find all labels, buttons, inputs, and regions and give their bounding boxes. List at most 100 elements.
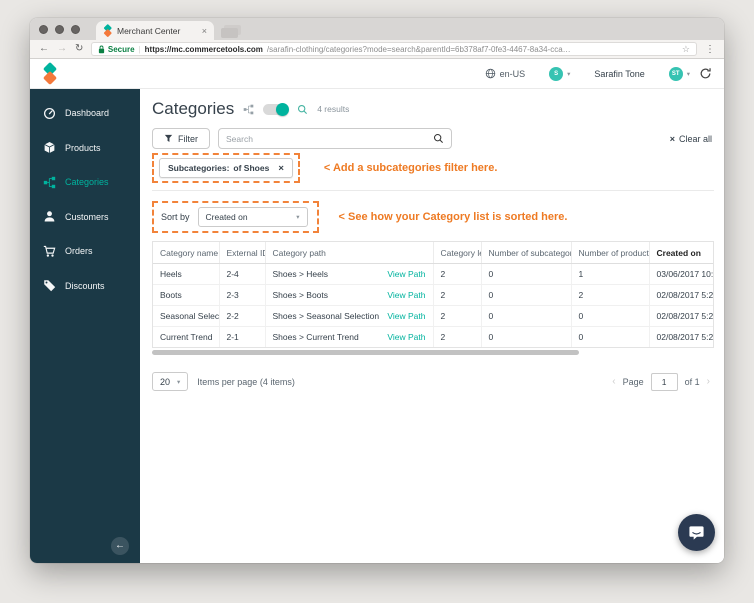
browser-toolbar: ← → ↻ Secure | https://mc.commercetools.… bbox=[30, 40, 724, 59]
refresh-icon[interactable]: ↻ bbox=[75, 44, 83, 54]
browser-menu-icon[interactable]: ⋮ bbox=[705, 44, 715, 55]
table-row[interactable]: Seasonal Selection 2-2 Shoes > Seasonal … bbox=[153, 305, 713, 327]
scrollbar-thumb[interactable] bbox=[152, 350, 580, 355]
cell-external-id: 2-3 bbox=[219, 284, 266, 306]
column-header-category-name[interactable]: Category name▾ bbox=[153, 242, 220, 264]
column-header-category-level[interactable]: Category level bbox=[433, 242, 482, 264]
previous-page-icon[interactable]: ‹ bbox=[612, 376, 615, 387]
view-path-link[interactable]: View Path bbox=[387, 311, 425, 321]
cell-products: 2 bbox=[571, 284, 650, 306]
table-row[interactable]: Boots 2-3 Shoes > Boots View Path 2 0 2 0… bbox=[153, 284, 713, 306]
sidebar: Dashboard Products Categories Customers … bbox=[30, 89, 140, 563]
browser-window: Merchant Center × ← → ↻ Secure | https:/… bbox=[30, 18, 724, 563]
page-of-label: of 1 bbox=[684, 376, 700, 387]
clear-all-button[interactable]: × Clear all bbox=[670, 134, 714, 144]
bookmark-star-icon[interactable]: ☆ bbox=[682, 44, 690, 55]
view-path-link[interactable]: View Path bbox=[387, 332, 425, 342]
sidebar-item-categories[interactable]: Categories bbox=[30, 165, 140, 200]
column-header-products[interactable]: Number of products bbox=[571, 242, 650, 264]
cell-subcategories: 0 bbox=[481, 305, 572, 327]
products-icon bbox=[44, 142, 55, 154]
search-input[interactable] bbox=[226, 133, 433, 144]
table-row[interactable]: Heels 2-4 Shoes > Heels View Path 2 0 1 0… bbox=[153, 263, 713, 285]
results-count: 4 results bbox=[317, 104, 350, 114]
tab-stack-icon[interactable] bbox=[221, 25, 241, 38]
sidebar-item-discounts[interactable]: Discounts bbox=[30, 269, 140, 304]
sort-annotation-box: Sort by Created on ▾ bbox=[152, 201, 319, 233]
column-header-category-path[interactable]: Category path bbox=[265, 242, 434, 264]
window-minimize-button[interactable] bbox=[55, 24, 64, 34]
view-path-link[interactable]: View Path bbox=[387, 290, 425, 300]
chip-remove-icon[interactable]: × bbox=[278, 163, 284, 174]
sidebar-item-products[interactable]: Products bbox=[30, 131, 140, 166]
sort-by-value: Created on bbox=[205, 212, 248, 222]
cell-category-name: Seasonal Selection bbox=[153, 305, 220, 327]
logout-icon[interactable] bbox=[699, 67, 712, 80]
cell-category-name: Heels bbox=[153, 263, 220, 285]
main-content: Categories 4 results Filter Search × Cle… bbox=[140, 89, 724, 563]
sidebar-item-label: Categories bbox=[65, 177, 109, 188]
cell-external-id: 2-1 bbox=[219, 326, 266, 347]
cell-subcategories: 0 bbox=[481, 284, 572, 306]
chat-bubble-icon bbox=[689, 526, 704, 540]
sort-by-dropdown[interactable]: Created on ▾ bbox=[197, 207, 308, 227]
search-box[interactable] bbox=[218, 128, 452, 149]
cell-category-name: Current Trend bbox=[153, 326, 220, 347]
chevron-down-icon: ▾ bbox=[686, 70, 690, 78]
sidebar-collapse-button[interactable]: ← bbox=[111, 537, 129, 555]
window-zoom-button[interactable] bbox=[71, 24, 80, 34]
user-name: Sarafin Tone bbox=[594, 68, 645, 79]
sidebar-item-label: Customers bbox=[65, 211, 109, 222]
sidebar-item-label: Orders bbox=[65, 246, 93, 257]
sidebar-item-orders[interactable]: Orders bbox=[30, 234, 140, 269]
chip-value: of Shoes bbox=[233, 163, 270, 173]
close-icon: × bbox=[669, 133, 675, 144]
forward-icon[interactable]: → bbox=[57, 44, 67, 54]
chat-widget-button[interactable] bbox=[678, 514, 715, 551]
cell-created-on: 02/08/2017 5:27 PM bbox=[649, 284, 713, 306]
window-controls bbox=[39, 18, 80, 40]
column-header-external-id[interactable]: External ID bbox=[219, 242, 266, 264]
page-title: Categories bbox=[152, 99, 235, 118]
table-row[interactable]: Current Trend 2-1 Shoes > Current Trend V… bbox=[153, 326, 713, 347]
back-icon[interactable]: ← bbox=[39, 44, 49, 54]
project-selector[interactable]: S ▾ bbox=[549, 66, 570, 81]
view-mode-toggle[interactable] bbox=[263, 102, 290, 116]
items-per-page-dropdown[interactable]: 20 ▾ bbox=[152, 372, 189, 391]
window-close-button[interactable] bbox=[39, 24, 48, 34]
user-avatar: ST bbox=[668, 66, 683, 81]
search-view-icon[interactable] bbox=[297, 104, 308, 115]
column-header-created-on[interactable]: Created on▾ bbox=[649, 242, 713, 264]
next-page-icon[interactable]: › bbox=[707, 376, 710, 387]
sidebar-item-label: Products bbox=[65, 142, 101, 153]
table-horizontal-scrollbar[interactable] bbox=[152, 350, 714, 355]
tab-close-icon[interactable]: × bbox=[202, 26, 207, 36]
browser-tab[interactable]: Merchant Center × bbox=[96, 21, 214, 40]
tree-view-icon[interactable] bbox=[243, 104, 254, 115]
merchant-center-header: en-US S ▾ Sarafin Tone ST ▾ bbox=[30, 59, 724, 89]
cell-created-on: 03/06/2017 10:58 PM bbox=[649, 263, 713, 285]
filter-button[interactable]: Filter bbox=[152, 128, 210, 149]
view-path-link[interactable]: View Path bbox=[387, 269, 425, 279]
sidebar-item-label: Dashboard bbox=[65, 108, 110, 119]
cell-external-id: 2-2 bbox=[219, 305, 266, 327]
sidebar-item-dashboard[interactable]: Dashboard bbox=[30, 96, 140, 131]
categories-table: Category name▾ External ID Category path… bbox=[152, 241, 714, 348]
cell-category-path: Shoes > Current Trend View Path bbox=[265, 326, 434, 347]
cell-created-on: 02/08/2017 5:23 PM bbox=[649, 326, 713, 347]
chip-annotation-text: < Add a subcategories filter here. bbox=[323, 162, 498, 174]
sort-by-label: Sort by bbox=[161, 212, 190, 222]
cell-category-path: Shoes > Seasonal Selection View Path bbox=[265, 305, 434, 327]
commercetools-favicon-icon bbox=[103, 23, 112, 37]
user-menu[interactable]: ST ▾ bbox=[668, 66, 690, 81]
subcategories-filter-chip[interactable]: Subcategories: of Shoes × bbox=[159, 158, 293, 178]
categories-icon bbox=[43, 176, 56, 188]
sidebar-item-customers[interactable]: Customers bbox=[30, 200, 140, 235]
address-bar[interactable]: Secure | https://mc.commercetools.com /s… bbox=[91, 42, 697, 56]
customers-icon bbox=[44, 211, 55, 222]
items-per-page-label: Items per page (4 items) bbox=[197, 376, 295, 387]
locale-selector[interactable]: en-US bbox=[485, 68, 525, 79]
page-number-input[interactable] bbox=[650, 372, 678, 391]
column-header-subcategories[interactable]: Number of subcategories bbox=[481, 242, 572, 264]
commercetools-logo-icon[interactable] bbox=[42, 61, 62, 85]
